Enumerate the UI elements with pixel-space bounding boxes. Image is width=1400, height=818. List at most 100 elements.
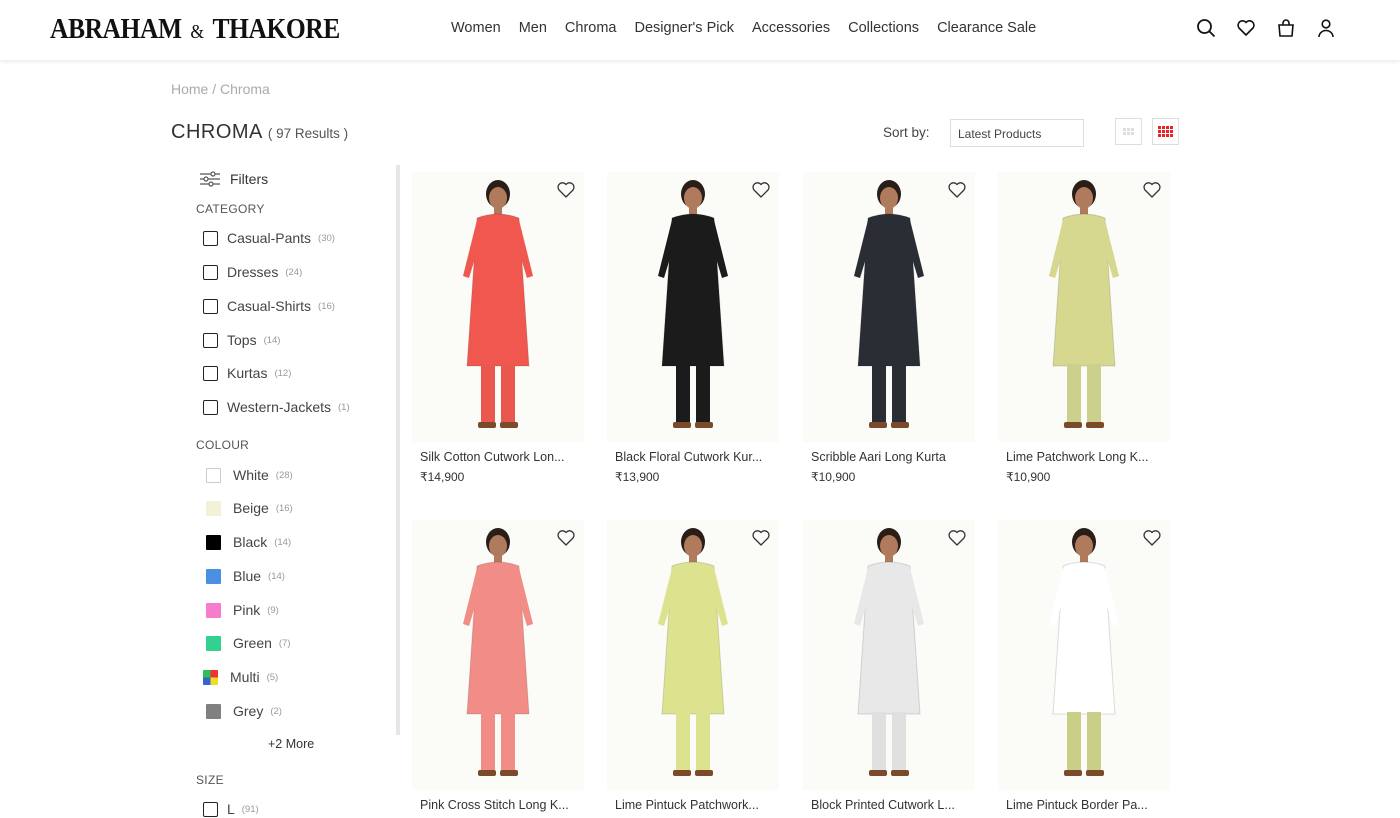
product-name[interactable]: Block Printed Cutwork L... [811, 798, 971, 812]
filter-colour-white[interactable]: White (28) [203, 467, 293, 483]
product-card[interactable]: Silk Cotton Cutwork Lon... ₹14,900 [412, 172, 584, 484]
sort-select[interactable]: Latest Products [950, 119, 1084, 147]
wishlist-heart-icon[interactable] [947, 180, 967, 200]
filter-colour-green[interactable]: Green (7) [203, 635, 291, 651]
swatch-pink[interactable] [206, 602, 221, 618]
product-card[interactable]: Black Floral Cutwork Kur... ₹13,900 [607, 172, 779, 484]
product-card[interactable]: Block Printed Cutwork L... [803, 520, 975, 818]
product-image[interactable] [1029, 176, 1139, 438]
wishlist-heart-icon[interactable] [1142, 180, 1162, 200]
product-card[interactable]: Scribble Aari Long Kurta ₹10,900 [803, 172, 975, 484]
product-price: ₹10,900 [811, 470, 856, 484]
product-image-frame[interactable] [803, 520, 975, 790]
show-more-colours[interactable]: +2 More [268, 737, 314, 751]
nav-clearance-sale[interactable]: Clearance Sale [937, 20, 1036, 36]
product-image-frame[interactable] [412, 172, 584, 442]
nav-accessories[interactable]: Accessories [752, 20, 830, 36]
filter-size-l[interactable]: L (91) [203, 801, 259, 817]
nav-men[interactable]: Men [519, 20, 547, 36]
filter-sidebar: Filters CATEGORY Casual-Pants (30) Dresse… [196, 165, 396, 818]
product-name[interactable]: Pink Cross Stitch Long K... [420, 798, 580, 812]
product-image[interactable] [443, 524, 553, 786]
checkbox[interactable] [203, 801, 218, 817]
nav-collections[interactable]: Collections [848, 20, 919, 36]
checkbox[interactable] [203, 399, 218, 415]
filter-colour-black[interactable]: Black (14) [203, 534, 291, 550]
filter-category-casual-pants[interactable]: Casual-Pants (30) [203, 230, 335, 246]
shopping-bag-icon[interactable] [1276, 18, 1296, 40]
site-header: ABRAHAM & THAKORE Women Men Chroma Designe… [0, 0, 1400, 60]
swatch-black[interactable] [206, 534, 221, 550]
sidebar-scrollbar[interactable] [396, 165, 400, 735]
checkbox[interactable] [203, 365, 218, 381]
grid-small-icon [1123, 128, 1134, 135]
nav-designers-pick[interactable]: Designer's Pick [635, 20, 734, 36]
filter-colour-beige[interactable]: Beige (16) [203, 500, 293, 516]
user-account-icon[interactable] [1316, 18, 1336, 40]
product-name[interactable]: Lime Pintuck Patchwork... [615, 798, 775, 812]
product-price: ₹13,900 [615, 470, 660, 484]
main-nav: Women Men Chroma Designer's Pick Accesso… [451, 20, 1036, 36]
checkbox[interactable] [203, 298, 218, 314]
swatch-white[interactable] [206, 467, 221, 483]
product-name[interactable]: Silk Cotton Cutwork Lon... [420, 450, 580, 464]
grid-view-3-button[interactable] [1115, 118, 1142, 145]
wishlist-heart-icon[interactable] [556, 180, 576, 200]
product-image-frame[interactable] [607, 520, 779, 790]
product-image[interactable] [1029, 524, 1139, 786]
checkbox[interactable] [203, 332, 218, 348]
product-card[interactable]: Lime Pintuck Patchwork... [607, 520, 779, 818]
filter-category-dresses[interactable]: Dresses (24) [203, 264, 302, 280]
filter-category-kurtas[interactable]: Kurtas (12) [203, 365, 291, 381]
search-icon[interactable] [1196, 18, 1216, 40]
product-price: ₹14,900 [420, 470, 465, 484]
checkbox[interactable] [203, 264, 218, 280]
product-name[interactable]: Lime Patchwork Long K... [1006, 450, 1166, 464]
sliders-icon [200, 171, 220, 187]
checkbox[interactable] [203, 230, 218, 246]
grid-view-4-button[interactable] [1152, 118, 1179, 145]
product-image[interactable] [638, 524, 748, 786]
product-image[interactable] [834, 176, 944, 438]
wishlist-heart-icon[interactable] [1142, 528, 1162, 548]
wishlist-heart-icon[interactable] [751, 528, 771, 548]
product-name[interactable]: Black Floral Cutwork Kur... [615, 450, 775, 464]
product-image-frame[interactable] [998, 520, 1170, 790]
wishlist-heart-icon[interactable] [556, 528, 576, 548]
filter-colour-pink[interactable]: Pink (9) [203, 602, 279, 618]
swatch-blue[interactable] [206, 568, 221, 584]
nav-women[interactable]: Women [451, 20, 501, 36]
filter-category-casual-shirts[interactable]: Casual-Shirts (16) [203, 298, 335, 314]
wishlist-heart-icon[interactable] [947, 528, 967, 548]
filter-category-western-jackets[interactable]: Western-Jackets (1) [203, 399, 350, 415]
product-image[interactable] [443, 176, 553, 438]
wishlist-heart-icon[interactable] [1236, 18, 1256, 40]
swatch-multi[interactable] [203, 669, 218, 685]
brand-logo[interactable]: ABRAHAM & THAKORE [50, 13, 340, 46]
filter-colour-multi[interactable]: Multi (5) [203, 669, 278, 685]
product-image-frame[interactable] [607, 172, 779, 442]
swatch-beige[interactable] [206, 500, 221, 516]
product-name[interactable]: Lime Pintuck Border Pa... [1006, 798, 1166, 812]
filter-category-tops[interactable]: Tops (14) [203, 332, 280, 348]
product-card[interactable]: Pink Cross Stitch Long K... [412, 520, 584, 818]
product-image-frame[interactable] [412, 520, 584, 790]
product-image-frame[interactable] [803, 172, 975, 442]
product-price: ₹10,900 [1006, 470, 1051, 484]
filter-colour-blue[interactable]: Blue (14) [203, 568, 285, 584]
product-card[interactable]: Lime Patchwork Long K... ₹10,900 [998, 172, 1170, 484]
filter-colour-grey[interactable]: Grey (2) [203, 703, 282, 719]
product-card[interactable]: Lime Pintuck Border Pa... [998, 520, 1170, 818]
grid-large-icon [1158, 126, 1173, 137]
wishlist-heart-icon[interactable] [751, 180, 771, 200]
swatch-green[interactable] [206, 635, 221, 651]
size-heading: SIZE [196, 773, 224, 787]
product-image-frame[interactable] [998, 172, 1170, 442]
nav-chroma[interactable]: Chroma [565, 20, 617, 36]
product-image[interactable] [834, 524, 944, 786]
filters-toggle[interactable]: Filters [200, 171, 268, 187]
product-name[interactable]: Scribble Aari Long Kurta [811, 450, 971, 464]
breadcrumb[interactable]: Home / Chroma [171, 81, 270, 97]
product-image[interactable] [638, 176, 748, 438]
swatch-grey[interactable] [206, 703, 221, 719]
